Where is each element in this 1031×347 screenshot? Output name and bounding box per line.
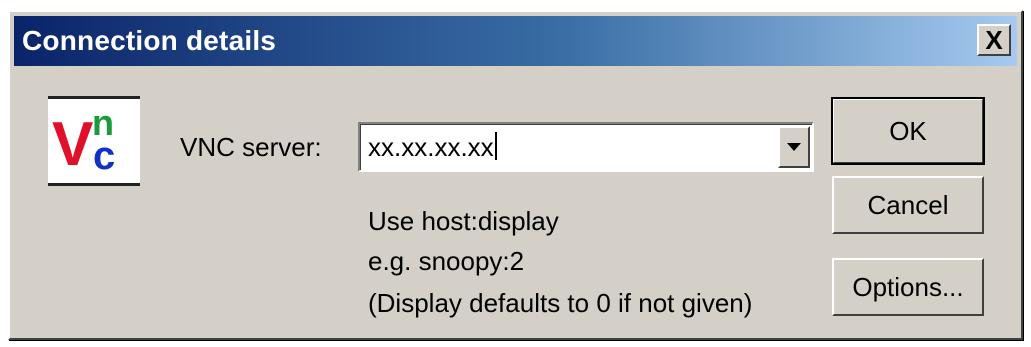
close-button[interactable]: X [977, 24, 1011, 56]
ok-button[interactable]: OK [831, 97, 985, 165]
vnc-server-input[interactable]: xx.xx.xx.xx [368, 132, 497, 163]
options-button-label: Options... [852, 271, 964, 302]
window-title: Connection details [22, 25, 277, 56]
connection-details-dialog: Connection details X V n c VNC server: x… [8, 10, 1023, 340]
hint-line-1: Use host:display [368, 206, 559, 236]
vnc-server-value: xx.xx.xx.xx [368, 132, 494, 162]
vnc-logo-icon: V n c [48, 96, 140, 186]
cancel-button[interactable]: Cancel [832, 176, 984, 234]
title-bar[interactable]: Connection details X [14, 16, 1017, 66]
ok-button-label: OK [889, 115, 927, 146]
vnc-server-combobox[interactable]: xx.xx.xx.xx [358, 122, 814, 172]
close-icon: X [985, 25, 1003, 55]
logo-letter-c: c [93, 134, 115, 178]
vnc-server-label: VNC server: [180, 132, 322, 162]
hint-line-2: e.g. snoopy:2 [368, 246, 525, 276]
options-button[interactable]: Options... [832, 258, 984, 316]
dropdown-button[interactable] [778, 126, 810, 168]
hint-line-3: (Display defaults to 0 if not given) [368, 288, 753, 318]
cancel-button-label: Cancel [867, 189, 949, 220]
text-caret [494, 132, 497, 160]
vnc-logo-graphic: V n c [52, 102, 115, 179]
chevron-down-icon [787, 143, 801, 151]
logo-letter-v: V [52, 110, 93, 179]
